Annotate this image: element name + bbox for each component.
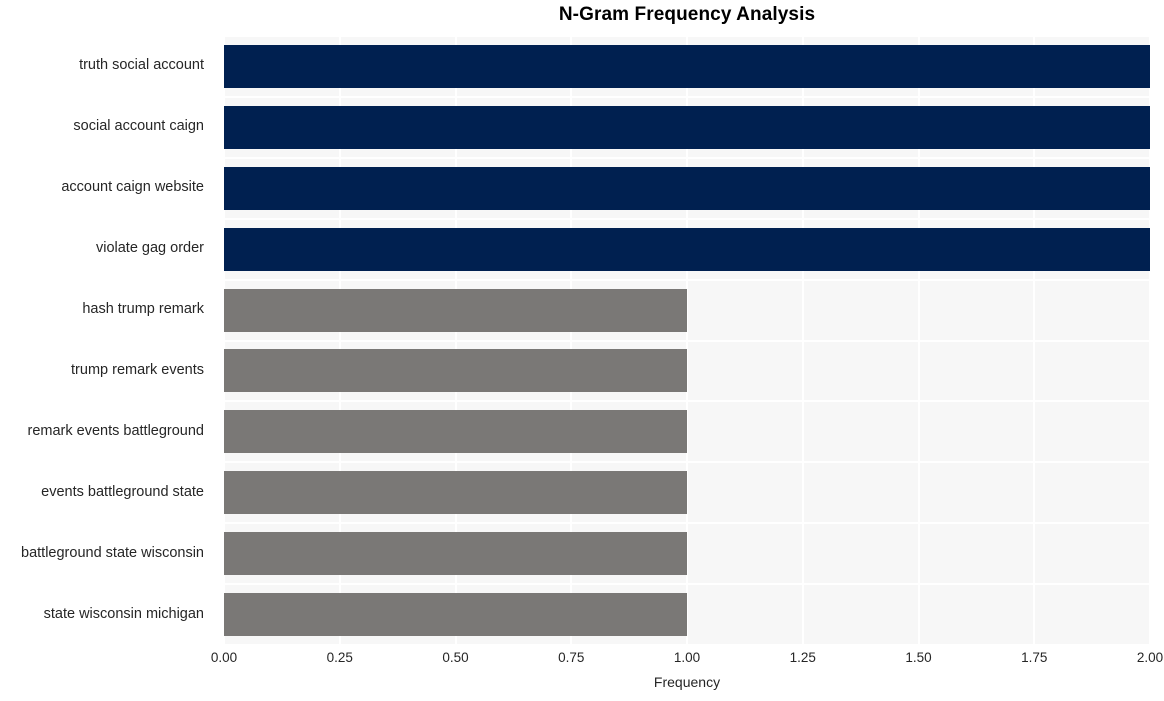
gridline-horizontal [224, 95, 1150, 98]
x-tick-label: 0.00 [210, 650, 238, 665]
gridline-horizontal [224, 400, 1150, 403]
gridline-horizontal [224, 339, 1150, 342]
chart-title: N-Gram Frequency Analysis [558, 4, 816, 25]
gridline-horizontal [224, 278, 1150, 281]
x-tick-label: 0.25 [326, 650, 353, 665]
gridline-horizontal [224, 583, 1150, 586]
y-tick-label: truth social account [79, 57, 204, 74]
x-axis-tick-labels: 0.00 0.25 0.50 0.75 1.00 1.25 1.50 1.75 2.00 [211, 650, 1163, 672]
x-tick-label: 2.00 [1136, 650, 1164, 665]
y-tick-label: battleground state wisconsin [21, 544, 204, 561]
bar [224, 166, 1150, 210]
y-tick-label: events battleground state [41, 483, 204, 500]
y-tick-label: violate gag order [95, 240, 204, 257]
x-tick-label: 1.25 [789, 650, 816, 665]
chart-figure: N-Gram Frequency Analysis truth social a… [0, 0, 1164, 701]
plot-area [224, 36, 1150, 645]
bar [224, 105, 1150, 149]
gridline-horizontal [224, 522, 1150, 525]
bar [224, 288, 687, 332]
bar [224, 349, 687, 393]
x-tick-label: 0.75 [558, 650, 585, 665]
bar [224, 410, 687, 454]
x-axis-title: Frequency [653, 674, 721, 690]
gridline-horizontal [224, 644, 1150, 645]
y-tick-label: trump remark events [71, 361, 204, 378]
bar [224, 593, 687, 637]
x-tick-label: 0.50 [442, 650, 469, 665]
y-tick-label: remark events battleground [27, 422, 204, 439]
y-tick-label: state wisconsin michigan [43, 605, 204, 622]
bar [224, 471, 687, 515]
y-axis-tick-labels: truth social account social account caign… [0, 36, 214, 645]
y-tick-label: hash trump remark [82, 301, 204, 318]
x-tick-label: 1.50 [905, 650, 932, 665]
gridline-horizontal [224, 217, 1150, 220]
bar [224, 227, 1150, 271]
y-tick-label: account caign website [61, 179, 204, 196]
bar [224, 532, 687, 576]
y-tick-label: social account caign [73, 118, 204, 135]
bar [224, 44, 1150, 88]
x-tick-label: 1.00 [673, 650, 701, 665]
gridline-horizontal [224, 36, 1150, 37]
x-tick-label: 1.75 [1021, 650, 1048, 665]
gridline-horizontal [224, 156, 1150, 159]
gridline-horizontal [224, 461, 1150, 464]
